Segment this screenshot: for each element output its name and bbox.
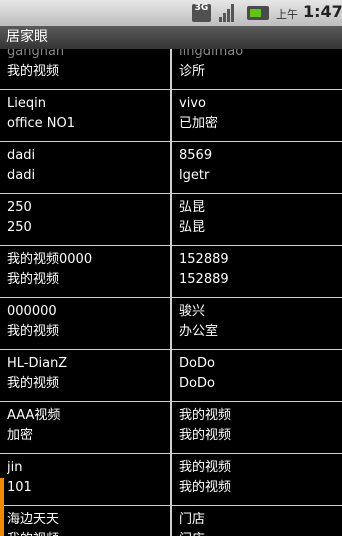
device-subtitle: lgetr	[179, 168, 210, 183]
device-name: lingdimao	[179, 49, 244, 59]
device-cell-right[interactable]: DoDo DoDo	[170, 350, 342, 401]
device-cell-right[interactable]: vivo 已加密	[170, 90, 342, 141]
device-cell-right[interactable]: 弘昆 弘昆	[170, 194, 342, 245]
device-name: 我的视频0000	[7, 252, 93, 267]
device-subtitle: 已加密	[179, 116, 219, 131]
device-cell-right[interactable]: 我的视频 我的视频	[170, 454, 342, 505]
status-bar: 3G 上午 1:47	[0, 0, 342, 26]
list-row: Lieqin office NO1 vivo 已加密	[0, 89, 342, 141]
device-subtitle: office NO1	[7, 116, 76, 131]
device-name: 海边天天	[7, 512, 60, 527]
list-row: 250 250 弘昆 弘昆	[0, 193, 342, 245]
device-subtitle: 加密	[7, 428, 34, 443]
app-title: 居家眼	[0, 26, 342, 49]
device-subtitle: 我的视频	[179, 480, 232, 495]
device-subtitle: 弘昆	[179, 220, 206, 235]
device-subtitle: 我的视频	[7, 64, 60, 79]
device-cell-left[interactable]: AAA视频加密	[0, 402, 170, 453]
list-row: gangnan 我的视频 lingdimao 诊所	[0, 49, 342, 89]
device-name: 我的视频	[179, 408, 232, 423]
device-name: DoDo	[179, 356, 215, 371]
device-name: 骏兴	[179, 304, 206, 319]
device-subtitle: dadi	[7, 168, 36, 183]
device-name: 152889	[179, 252, 229, 267]
device-cell-left[interactable]: 250 250	[0, 194, 170, 245]
device-cell-left[interactable]: HL-DianZ 我的视频	[0, 350, 170, 401]
device-cell-right[interactable]: 8569 lgetr	[170, 142, 342, 193]
scroll-accent	[0, 478, 4, 536]
list-row: 000000 我的视频 骏兴办公室	[0, 297, 342, 349]
device-name: jin	[7, 460, 23, 475]
device-subtitle: 101	[7, 480, 32, 495]
list-row: 我的视频0000 我的视频 152889 152889	[0, 245, 342, 297]
device-subtitle: 我的视频	[179, 428, 232, 443]
device-name: gangnan	[7, 49, 65, 59]
device-subtitle: 250	[7, 220, 32, 235]
battery-icon	[247, 6, 269, 20]
device-subtitle: 办公室	[179, 324, 219, 339]
device-subtitle: 152889	[179, 272, 229, 287]
device-name: 门店	[179, 512, 206, 527]
device-name: 000000	[7, 304, 57, 319]
device-cell-left[interactable]: Lieqin office NO1	[0, 90, 170, 141]
list-row: dadi dadi 8569 lgetr	[0, 141, 342, 193]
device-name: vivo	[179, 96, 206, 111]
device-cell-right[interactable]: lingdimao 诊所	[170, 49, 342, 89]
device-cell-left[interactable]: 我的视频0000 我的视频	[0, 246, 170, 297]
device-cell-left[interactable]: 000000 我的视频	[0, 298, 170, 349]
status-time: 1:47	[303, 2, 342, 21]
device-list[interactable]: gangnan 我的视频 lingdimao 诊所 Lieqin office NO1 vi…	[0, 49, 342, 536]
device-cell-left[interactable]: 海边天天我的视频	[0, 506, 170, 536]
device-name: 8569	[179, 148, 213, 163]
device-cell-right[interactable]: 门店门店	[170, 506, 342, 536]
device-cell-left[interactable]: dadi dadi	[0, 142, 170, 193]
device-cell-left[interactable]: jin 101	[0, 454, 170, 505]
list-row: AAA视频 加密 我的视频 我的视频	[0, 401, 342, 453]
device-name: dadi	[7, 148, 36, 163]
device-name: 弘昆	[179, 200, 206, 215]
list-row: 海边天天我的视频门店门店	[0, 505, 342, 536]
device-cell-right[interactable]: 骏兴 办公室	[170, 298, 342, 349]
3g-network-icon: 3G	[192, 4, 211, 22]
device-name: 我的视频	[179, 460, 232, 475]
device-name: AAA视频	[7, 408, 61, 423]
device-cell-right[interactable]: 152889 152889	[170, 246, 342, 297]
device-name: Lieqin	[7, 96, 46, 111]
device-subtitle: 我的视频	[7, 272, 60, 287]
status-ampm: 上午	[276, 8, 298, 21]
device-subtitle: 我的视频	[7, 324, 60, 339]
device-subtitle: 门店	[179, 530, 342, 536]
device-name: 250	[7, 200, 32, 215]
device-cell-left[interactable]: gangnan 我的视频	[0, 49, 170, 89]
device-subtitle: 我的视频	[7, 376, 60, 391]
list-row: jin 101 我的视频 我的视频	[0, 453, 342, 505]
device-subtitle: 我的视频	[7, 530, 170, 536]
list-row: HL-DianZ 我的视频 DoDo DoDo	[0, 349, 342, 401]
device-name: HL-DianZ	[7, 356, 68, 371]
device-cell-right[interactable]: 我的视频 我的视频	[170, 402, 342, 453]
signal-strength-icon	[219, 4, 237, 22]
device-subtitle: DoDo	[179, 376, 215, 391]
device-subtitle: 诊所	[179, 64, 206, 79]
